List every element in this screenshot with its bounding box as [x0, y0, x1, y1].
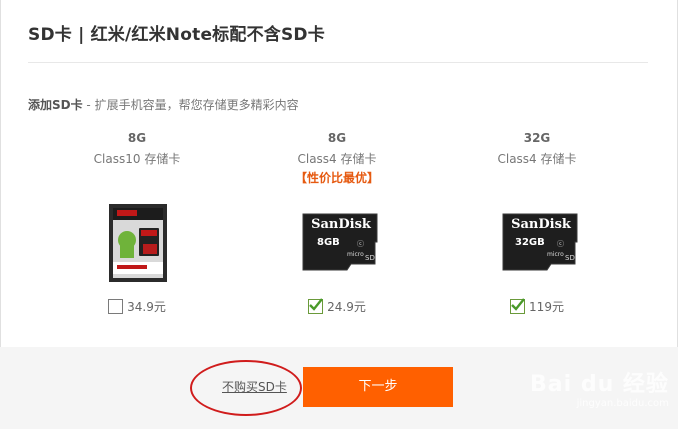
card-capacity: 8GB [317, 237, 340, 248]
best-value-badge: 【性价比最优】 [294, 171, 379, 185]
card-brand: SanDisk [511, 217, 572, 232]
product-price-row-2[interactable]: 24.9元 [257, 298, 417, 315]
product-class: Class10 存储卡 [93, 152, 181, 166]
product-price: 24.9元 [327, 300, 366, 314]
intro-rest: - 扩展手机容量，帮您存储更多精彩内容 [82, 98, 299, 112]
intro-bold: 添加SD卡 [28, 98, 83, 112]
checkmark-icon [309, 298, 324, 311]
product-price-row-3[interactable]: 119元 [457, 298, 617, 315]
card-capacity: 32GB [515, 237, 545, 248]
product-list: 8G Class10 存储卡 34.9元 8G Class4 存储卡 【性价比最… [0, 130, 678, 320]
checkmark-icon [511, 298, 525, 311]
product-card-3[interactable]: 32G Class4 存储卡 [457, 130, 617, 167]
checkbox-3[interactable] [510, 298, 526, 314]
card-brand: SanDisk [311, 217, 372, 232]
product-price: 119元 [529, 300, 564, 314]
product-size: 8G [127, 131, 147, 145]
product-image-3[interactable]: SanDisk 32GB ⓒ micro SD [457, 208, 617, 298]
product-price-row-1[interactable]: 34.9元 [57, 298, 217, 315]
svg-text:micro: micro [347, 251, 364, 258]
watermark-logo: Bai du 经验 jingyan.baidu.com [530, 366, 669, 409]
sd-card-package-image [109, 204, 167, 282]
title-divider [28, 62, 648, 63]
svg-text:ⓒ: ⓒ [357, 240, 364, 248]
product-card-2[interactable]: 8G Class4 存储卡 【性价比最优】 [257, 130, 417, 186]
dialog-title: SD卡 | 红米/红米Note标配不含SD卡 [28, 25, 325, 45]
watermark-sub: jingyan.baidu.com [576, 398, 669, 409]
product-card-1[interactable]: 8G Class10 存储卡 [57, 130, 217, 167]
checkbox-2[interactable] [308, 298, 324, 314]
product-class: Class4 存储卡 [497, 152, 577, 166]
checkbox-1[interactable] [108, 299, 124, 314]
sandisk-card-image: SanDisk 8GB ⓒ micro SD [302, 213, 378, 271]
product-image-1[interactable] [57, 198, 217, 288]
product-image-2[interactable]: SanDisk 8GB ⓒ micro SD [257, 208, 417, 298]
svg-text:micro: micro [547, 251, 564, 258]
product-size: 32G [523, 131, 551, 145]
product-class: Class4 存储卡 [297, 152, 377, 166]
annotation-circle [190, 360, 302, 416]
svg-text:SD: SD [565, 254, 575, 262]
intro-text: 添加SD卡 - 扩展手机容量，帮您存储更多精彩内容 [28, 96, 299, 113]
watermark-main: Bai du 经验 [530, 372, 669, 397]
product-size: 8G [327, 131, 347, 145]
svg-text:SD: SD [365, 254, 375, 262]
svg-text:ⓒ: ⓒ [557, 240, 564, 248]
next-step-button[interactable]: 下一步 [303, 367, 453, 407]
product-price: 34.9元 [127, 300, 166, 314]
sandisk-card-image: SanDisk 32GB ⓒ micro SD [502, 213, 578, 271]
